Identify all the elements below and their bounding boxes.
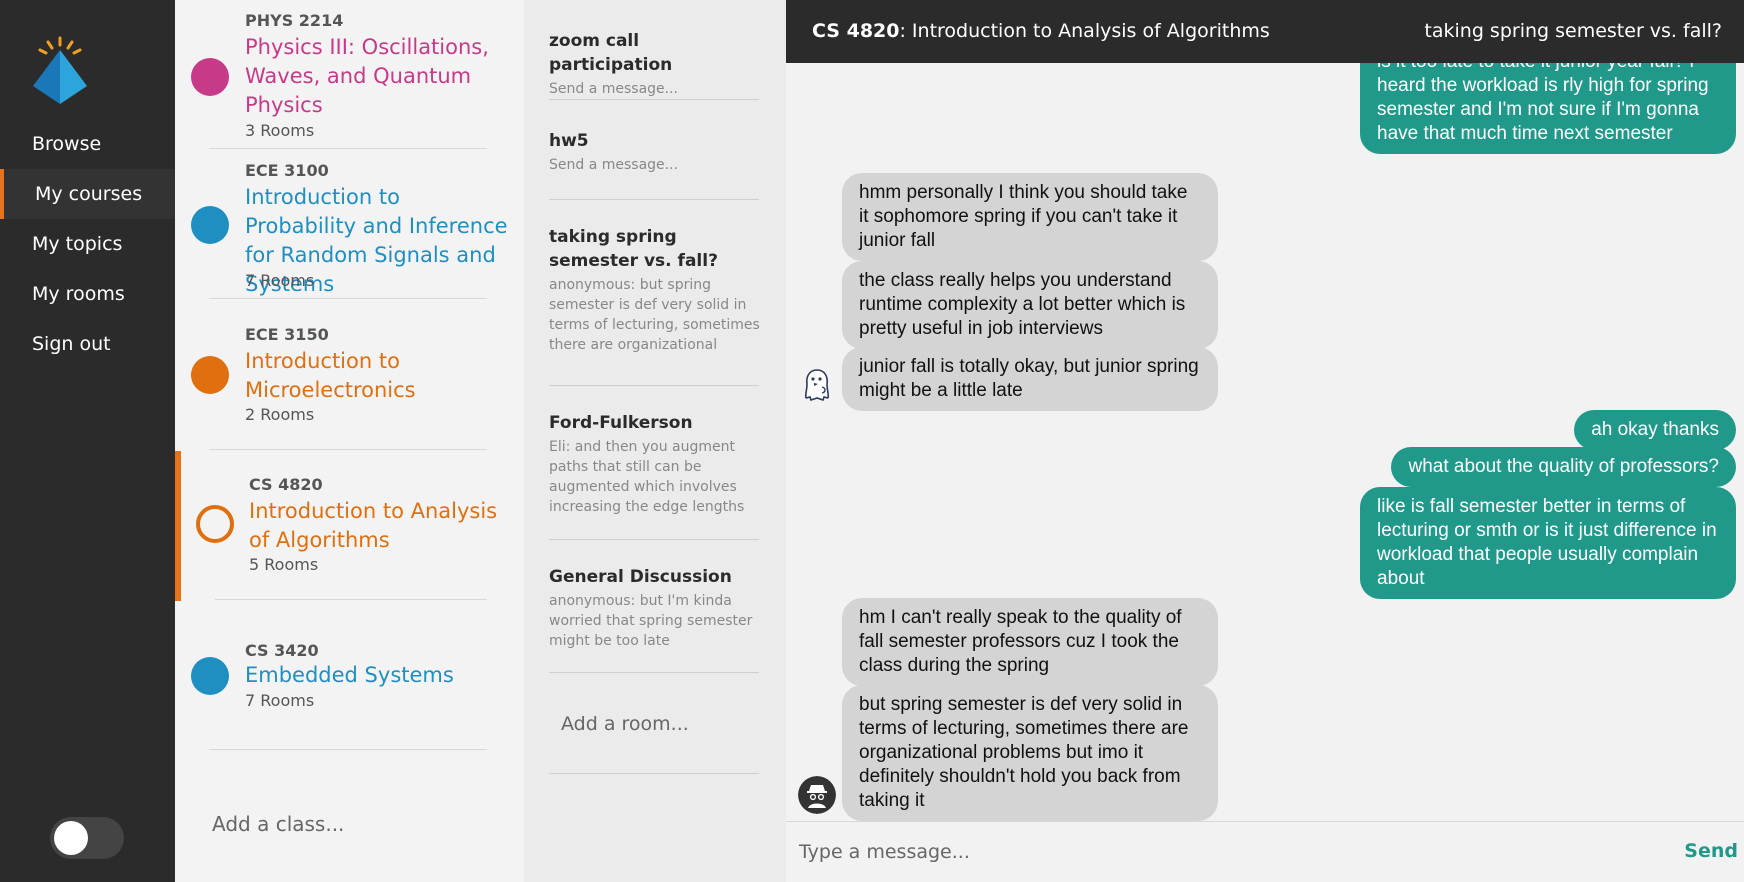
message-composer: Send — [786, 821, 1744, 882]
room-item[interactable]: General Discussion anonymous: but I'm ki… — [549, 565, 761, 651]
rooms-panel: zoom call participation Send a message..… — [524, 0, 786, 882]
room-name: taking spring semester vs. fall? — [549, 227, 718, 271]
course-code: CS 3420 — [245, 641, 319, 660]
divider — [549, 672, 759, 673]
divider — [549, 539, 759, 540]
course-name: Introduction to Microelectronics — [245, 349, 416, 402]
room-item[interactable]: hw5 Send a message... — [549, 129, 761, 175]
chat-room-topic: taking spring semester vs. fall? — [1424, 20, 1722, 42]
course-name: Embedded Systems — [245, 663, 454, 687]
course-item[interactable]: ECE 3100 Introduction to Probability and… — [175, 161, 524, 296]
theme-toggle[interactable] — [50, 817, 124, 859]
room-preview: Eli: and then you augment paths that sti… — [549, 439, 745, 515]
room-item[interactable]: zoom call participation Send a message..… — [549, 29, 761, 99]
chat-header: CS 4820: Introduction to Analysis of Alg… — [786, 0, 1744, 63]
message-incoming: but spring semester is def very solid in… — [842, 685, 1218, 821]
course-room-count: 7 Rooms — [245, 271, 315, 290]
nav-my-topics[interactable]: My topics — [0, 219, 175, 269]
course-code: PHYS 2214 — [245, 11, 344, 30]
course-color-dot — [191, 356, 229, 394]
penguin-avatar-icon — [804, 369, 830, 402]
nav-sign-out[interactable]: Sign out — [0, 319, 175, 369]
message-incoming: junior fall is totally okay, but junior … — [842, 347, 1218, 411]
room-name: Ford-Fulkerson — [549, 413, 693, 433]
message-outgoing: like is fall semester better in terms of… — [1360, 487, 1736, 599]
room-item-active[interactable]: taking spring semester vs. fall? anonymo… — [549, 225, 761, 353]
message-outgoing: ah okay thanks — [1574, 410, 1736, 450]
message-input[interactable] — [786, 822, 1636, 882]
chat-course-title: : Introduction to Analysis of Algorithms — [899, 20, 1270, 42]
active-course-indicator — [175, 451, 181, 601]
course-name: Introduction to Analysis of Algorithms — [249, 499, 498, 552]
course-color-dot — [191, 206, 229, 244]
divider — [209, 148, 487, 149]
toggle-knob — [54, 821, 88, 855]
anonymous-avatar-icon — [798, 776, 836, 814]
divider — [209, 749, 487, 750]
nav-my-courses[interactable]: My courses — [0, 169, 175, 219]
course-item-active[interactable]: CS 4820 Introduction to Analysis of Algo… — [175, 475, 524, 585]
nav-browse[interactable]: Browse — [0, 119, 175, 169]
course-name: Physics III: Oscillations, Waves, and Qu… — [245, 35, 489, 117]
course-item[interactable]: CS 3420 Embedded Systems 7 Rooms — [175, 641, 524, 721]
courses-panel: PHYS 2214 Physics III: Oscillations, Wav… — [175, 0, 524, 882]
logo-icon — [33, 36, 87, 104]
room-name: zoom call participation — [549, 31, 673, 75]
room-item[interactable]: Ford-Fulkerson Eli: and then you augment… — [549, 411, 761, 517]
message-list[interactable]: is it too late to take it junior year fa… — [786, 0, 1744, 822]
chat-title: CS 4820: Introduction to Analysis of Alg… — [812, 20, 1270, 42]
course-room-count: 3 Rooms — [245, 121, 315, 140]
course-code: ECE 3100 — [245, 161, 329, 180]
divider — [215, 599, 487, 600]
course-code: CS 4820 — [249, 475, 323, 494]
chat-course-code: CS 4820 — [812, 20, 900, 42]
room-preview: anonymous: but I'm kinda worried that sp… — [549, 593, 753, 649]
message-incoming: hmm personally I think you should take i… — [842, 173, 1218, 261]
message-incoming: the class really helps you understand ru… — [842, 261, 1218, 349]
course-room-count: 7 Rooms — [245, 691, 315, 710]
room-preview: Send a message... — [549, 157, 679, 173]
message-incoming: hm I can't really speak to the quality o… — [842, 598, 1218, 686]
course-item[interactable]: ECE 3150 Introduction to Microelectronic… — [175, 325, 524, 435]
room-preview: Send a message... — [549, 81, 679, 97]
side-nav: Browse My courses My topics My rooms Sig… — [0, 0, 175, 882]
nav-my-rooms[interactable]: My rooms — [0, 269, 175, 319]
divider — [209, 449, 487, 450]
chat-panel: is it too late to take it junior year fa… — [786, 0, 1744, 882]
course-color-dot — [191, 657, 229, 695]
course-color-ring — [196, 505, 234, 543]
room-name: hw5 — [549, 131, 589, 151]
course-color-dot — [191, 58, 229, 96]
add-class-input[interactable]: Add a class... — [212, 812, 344, 836]
divider — [549, 385, 759, 386]
room-name: General Discussion — [549, 567, 732, 587]
room-preview: anonymous: but spring semester is def ve… — [549, 277, 760, 353]
divider — [549, 773, 759, 774]
divider — [549, 199, 759, 200]
divider — [209, 298, 487, 299]
divider — [549, 99, 759, 100]
course-item[interactable]: PHYS 2214 Physics III: Oscillations, Wav… — [175, 11, 524, 146]
send-button[interactable]: Send — [1684, 840, 1738, 862]
course-room-count: 2 Rooms — [245, 405, 315, 424]
message-outgoing: what about the quality of professors? — [1391, 447, 1736, 487]
course-room-count: 5 Rooms — [249, 555, 319, 574]
add-room-input[interactable]: Add a room... — [561, 713, 689, 735]
course-code: ECE 3150 — [245, 325, 329, 344]
